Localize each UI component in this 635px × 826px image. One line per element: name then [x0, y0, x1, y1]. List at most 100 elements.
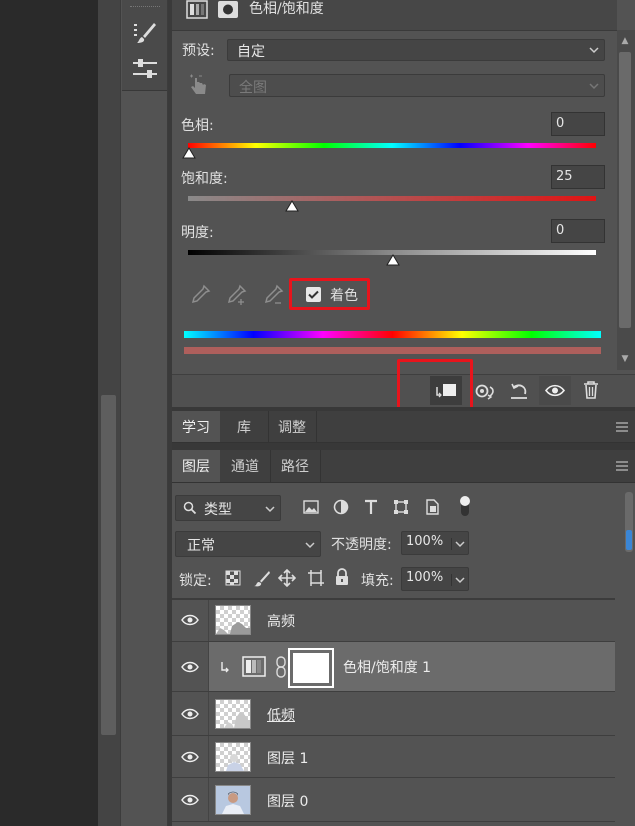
layer-visibility-toggle[interactable]	[172, 600, 209, 641]
scroll-down-icon[interactable]: ▼	[619, 354, 631, 364]
fill-label: 填充:	[361, 573, 394, 589]
fill-input[interactable]: 100%	[401, 567, 469, 591]
panel-menu-icon[interactable]	[616, 421, 628, 433]
layer-thumbnail-photo	[215, 785, 251, 815]
layer-row-selected[interactable]: 色相/饱和度 1	[172, 642, 615, 692]
saturation-label: 饱和度:	[181, 171, 228, 187]
layer-row[interactable]: 高频	[172, 600, 615, 642]
shape-layer-filter-icon[interactable]	[392, 498, 410, 516]
filter-type-dropdown[interactable]: 类型	[175, 495, 281, 521]
layer-thumbnail	[215, 699, 251, 729]
hue-slider-track[interactable]	[188, 143, 596, 148]
chevron-down-icon	[588, 80, 600, 92]
blend-mode-dropdown[interactable]: 正常	[175, 531, 321, 557]
properties-panel	[172, 0, 635, 407]
eyedropper-icon[interactable]	[188, 283, 212, 307]
output-color-bar	[184, 347, 601, 354]
layer-row[interactable]: 图层 0	[172, 778, 615, 822]
adjustment-layer-filter-icon[interactable]	[332, 498, 350, 516]
colorize-highlight-box	[289, 278, 370, 310]
tab-layers[interactable]: 图层	[172, 450, 220, 482]
panel-menu-icon[interactable]	[616, 460, 628, 472]
search-icon	[183, 501, 197, 515]
saturation-slider-track[interactable]	[188, 196, 596, 201]
lock-artboard-icon[interactable]	[307, 569, 325, 587]
fill-value: 100%	[406, 570, 444, 585]
chevron-down-icon[interactable]	[451, 574, 466, 586]
reset-icon[interactable]	[507, 380, 531, 402]
lock-image-pixels-icon[interactable]	[253, 569, 271, 587]
layer-row[interactable]: 低频	[172, 692, 615, 736]
pixel-layer-filter-icon[interactable]	[302, 498, 320, 516]
lock-label: 锁定:	[179, 573, 212, 589]
tab-channels[interactable]: 通道	[220, 450, 271, 482]
layer-thumbnail	[215, 742, 251, 772]
saturation-slider-thumb[interactable]	[285, 200, 299, 212]
clipping-arrow-icon	[219, 660, 231, 674]
preset-label: 预设:	[182, 43, 215, 59]
lightness-input[interactable]: 0	[551, 219, 605, 243]
mask-link-icon[interactable]	[275, 656, 287, 678]
tab-paths[interactable]: 路径	[270, 450, 321, 482]
hue-label: 色相:	[181, 118, 214, 134]
lightness-slider-thumb[interactable]	[386, 254, 400, 266]
tab-adjustments[interactable]: 调整	[268, 411, 317, 442]
layer-thumbnail	[215, 605, 251, 635]
layer-name: 色相/饱和度 1	[343, 660, 432, 676]
properties-title: 色相/饱和度	[249, 1, 324, 17]
opacity-value: 100%	[406, 534, 444, 549]
chevron-down-icon	[588, 44, 600, 56]
preset-dropdown[interactable]: 自定	[227, 39, 605, 61]
layer-name: 图层 0	[267, 794, 309, 810]
dock-grip	[130, 6, 160, 9]
panel-separator	[172, 443, 635, 450]
preset-value: 自定	[237, 44, 265, 60]
layer-visibility-toggle[interactable]	[172, 736, 209, 777]
trash-icon[interactable]	[580, 379, 602, 401]
opacity-input[interactable]: 100%	[401, 531, 469, 555]
lightness-label: 明度:	[181, 225, 214, 241]
view-previous-state-icon[interactable]	[473, 380, 497, 402]
layers-tab-bar: 图层 通道 路径	[172, 450, 635, 483]
saturation-input[interactable]: 25	[551, 165, 605, 189]
smart-object-filter-icon[interactable]	[423, 498, 441, 516]
hue-slider-thumb[interactable]	[182, 147, 196, 159]
layer-mask-icon[interactable]	[217, 0, 239, 20]
panel-dock-strip	[120, 0, 168, 826]
filter-type-value: 类型	[204, 502, 232, 518]
canvas-scrollbar-thumb[interactable]	[101, 395, 116, 735]
targeted-adjustment-hand-icon[interactable]	[186, 72, 212, 98]
chevron-down-icon[interactable]	[451, 538, 466, 550]
chevron-down-icon	[304, 539, 316, 551]
chevron-down-icon	[264, 503, 276, 515]
range-value: 全图	[239, 80, 267, 96]
adjustment-layer-icon	[186, 0, 208, 20]
scroll-up-icon[interactable]: ▲	[619, 36, 631, 46]
layer-visibility-toggle[interactable]	[172, 642, 209, 691]
layer-mask-thumbnail-frame[interactable]	[288, 648, 334, 688]
range-dropdown: 全图	[229, 74, 605, 97]
input-color-bar	[184, 331, 601, 338]
lock-transparent-pixels-icon[interactable]	[225, 570, 241, 586]
properties-scrollbar-thumb[interactable]	[619, 52, 631, 328]
canvas-area	[0, 0, 98, 826]
type-layer-filter-icon[interactable]	[362, 497, 380, 517]
adjustment-sliders-icon[interactable]	[130, 56, 160, 82]
lock-all-icon[interactable]	[334, 568, 350, 586]
brush-settings-icon[interactable]	[130, 20, 160, 46]
eyedropper-subtract-icon[interactable]	[261, 283, 285, 307]
layer-visibility-toggle[interactable]	[172, 778, 209, 821]
top-tab-bar: 学习 库 调整	[172, 411, 635, 443]
layer-name: 图层 1	[267, 751, 309, 767]
layers-scroll-indicator	[626, 530, 632, 550]
hue-input[interactable]: 0	[551, 112, 605, 136]
tab-libraries[interactable]: 库	[220, 411, 269, 442]
tab-learn[interactable]: 学习	[172, 411, 220, 442]
layer-visibility-toggle[interactable]	[172, 692, 209, 735]
eyedropper-add-icon[interactable]	[224, 283, 248, 307]
toggle-visibility-button[interactable]	[539, 376, 571, 405]
layer-row[interactable]: 图层 1	[172, 736, 615, 778]
filter-toggle-switch[interactable]	[458, 494, 472, 518]
layer-name: 高频	[267, 614, 295, 630]
lock-position-icon[interactable]	[278, 569, 296, 587]
